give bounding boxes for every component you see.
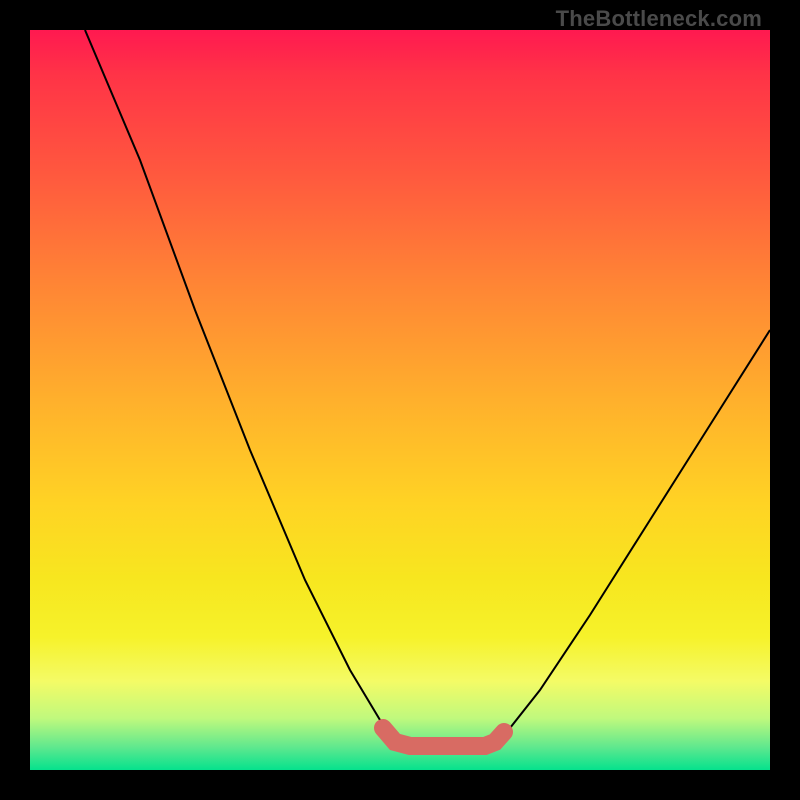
series-curve bbox=[85, 30, 770, 746]
watermark-text: TheBottleneck.com bbox=[556, 6, 762, 32]
series-flat-bottom-highlight bbox=[383, 728, 504, 746]
chart-svg bbox=[30, 30, 770, 770]
chart-plot-area bbox=[30, 30, 770, 770]
